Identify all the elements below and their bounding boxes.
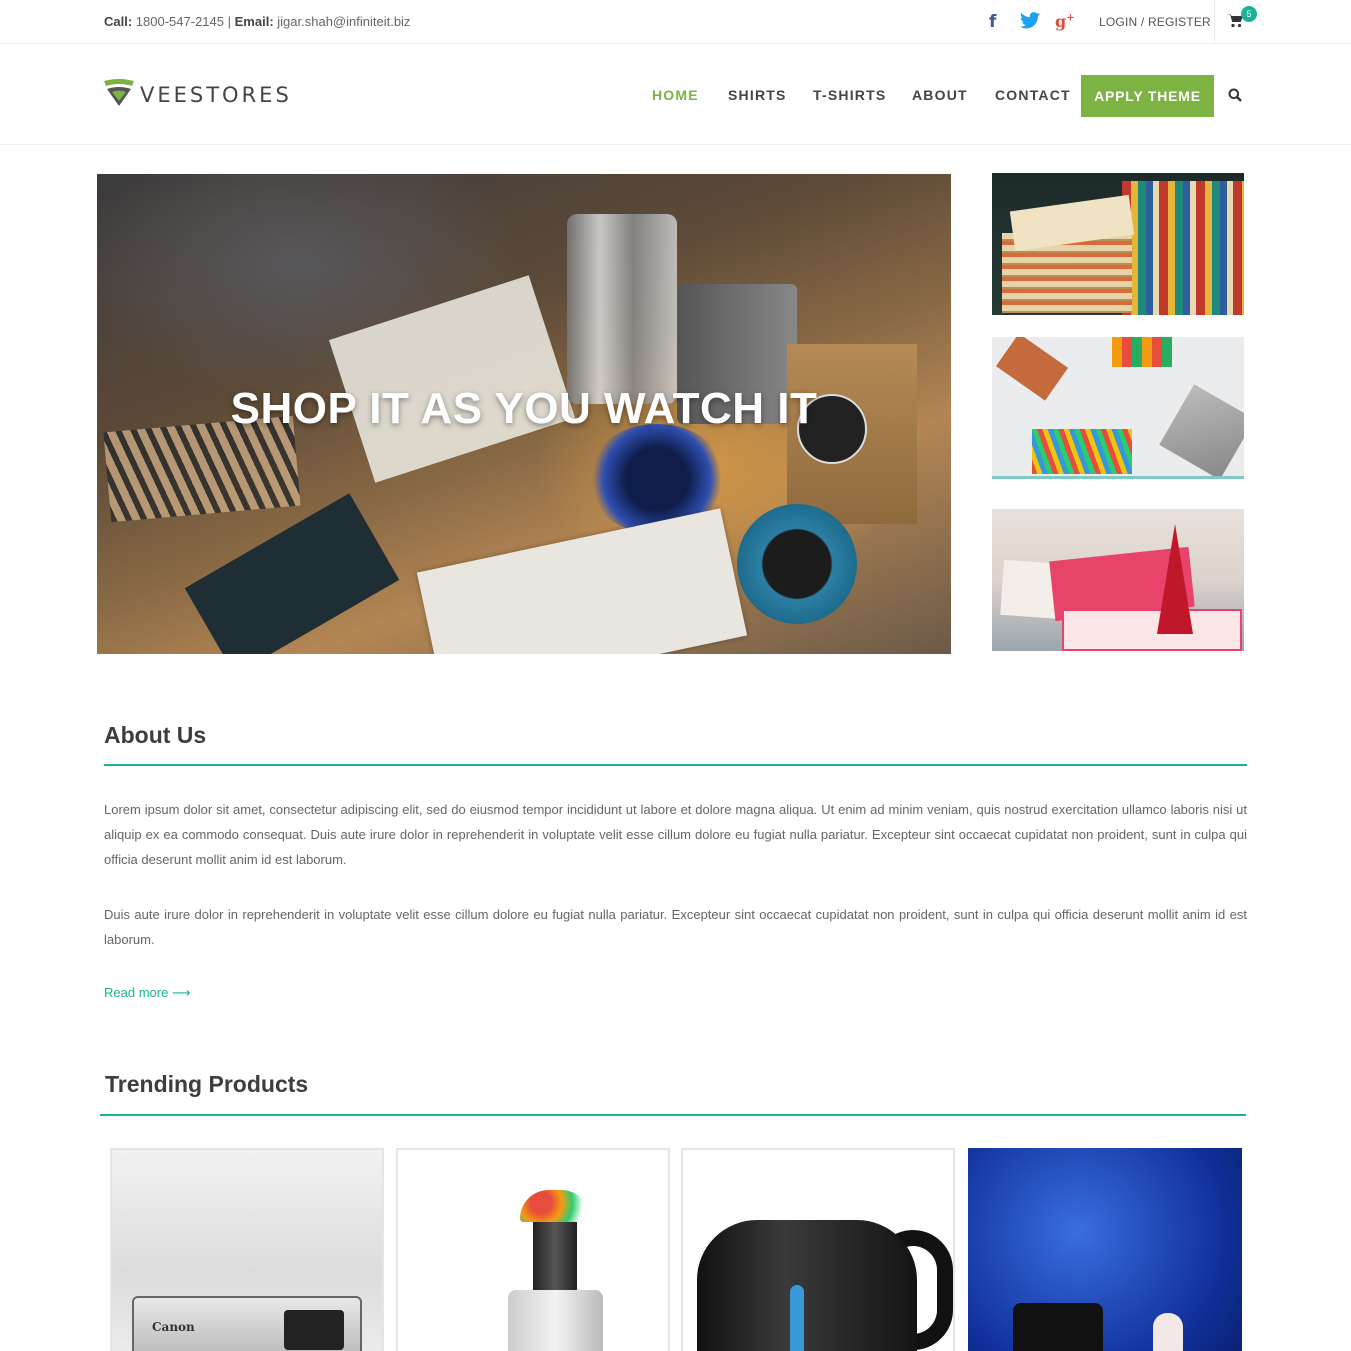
about-paragraph-2: Duis aute irure dolor in reprehenderit i… — [104, 907, 1247, 947]
email-link[interactable]: jigar.shah@infiniteit.biz — [277, 14, 410, 29]
apply-theme-button[interactable]: APPLY THEME — [1081, 75, 1214, 117]
hero-sketchbook-image — [328, 275, 576, 483]
cards-thumbnail[interactable] — [992, 509, 1244, 651]
about-paragraph-1: Lorem ipsum dolor sit amet, consectetur … — [104, 802, 1247, 867]
contact-separator: | — [227, 14, 232, 29]
bookshelf-image — [1122, 181, 1244, 315]
cart-count-badge: 5 — [1241, 6, 1257, 22]
facebook-icon[interactable]: f — [989, 12, 996, 32]
ruler-image — [1159, 384, 1244, 476]
topbar-divider — [1214, 0, 1215, 44]
product-card-kettle[interactable] — [681, 1148, 955, 1351]
phone-number[interactable]: 1800-547-2145 — [136, 14, 224, 29]
figurine-image — [1153, 1313, 1183, 1351]
nav-home[interactable]: HOME — [652, 87, 699, 103]
popup-card-image — [1062, 609, 1242, 651]
colored-pencils-image — [1032, 429, 1132, 474]
search-icon[interactable] — [1228, 88, 1242, 107]
read-more-link[interactable]: Read more ⟶ — [104, 985, 191, 1001]
login-register-link[interactable]: LOGIN / REGISTER — [1099, 15, 1211, 29]
main-header: VEESTORES HOME SHIRTS T-SHIRTS ABOUT CON… — [0, 45, 1351, 145]
contact-info: Call: 1800-547-2145 | Email: jigar.shah@… — [104, 14, 410, 29]
bottle-image — [1013, 1303, 1103, 1351]
google-plus-sup: + — [1066, 12, 1075, 24]
stationery-thumbnail[interactable] — [992, 337, 1244, 479]
about-title: About Us — [104, 722, 207, 748]
eiffel-tower-image — [1157, 524, 1193, 634]
highlighters-image — [1112, 337, 1172, 367]
hero-mug-image — [737, 504, 857, 624]
stationery-item-image — [995, 337, 1069, 401]
hero-french-press-image — [567, 214, 677, 404]
trending-divider — [100, 1114, 1246, 1116]
product-card-bottle[interactable] — [968, 1148, 1242, 1351]
hero-banner[interactable]: SHOP IT AS YOU WATCH IT — [97, 174, 951, 654]
hero-pencil-tin-image — [184, 493, 400, 654]
juicer-base-image — [508, 1290, 603, 1351]
books-thumbnail[interactable] — [992, 173, 1244, 315]
google-plus-icon[interactable]: g+ — [1055, 12, 1075, 31]
call-label: Call: — [104, 14, 133, 29]
twitter-icon[interactable] — [1020, 12, 1040, 34]
kettle-water-window-image — [790, 1285, 804, 1351]
product-card-juicer[interactable] — [396, 1148, 670, 1351]
logo-text[interactable]: VEESTORES — [140, 83, 292, 107]
camera-viewfinder-image — [284, 1310, 344, 1350]
google-plus-glyph: g — [1055, 12, 1067, 31]
trending-title: Trending Products — [105, 1071, 309, 1097]
nav-shirts[interactable]: SHIRTS — [728, 87, 787, 103]
camera-brand-label: Canon — [152, 1320, 195, 1334]
nav-contact[interactable]: CONTACT — [995, 87, 1071, 103]
nav-about[interactable]: ABOUT — [912, 87, 968, 103]
top-bar: Call: 1800-547-2145 | Email: jigar.shah@… — [0, 0, 1351, 44]
product-card-camera[interactable]: Canon — [110, 1148, 384, 1351]
logo-icon[interactable] — [104, 79, 134, 112]
hero-drawing-book-image — [416, 508, 748, 654]
nav-t-shirts[interactable]: T-SHIRTS — [813, 87, 886, 103]
juicer-fruit-image — [520, 1190, 590, 1222]
hero-title: SHOP IT AS YOU WATCH IT — [230, 384, 818, 433]
kettle-image — [697, 1220, 917, 1351]
about-divider — [104, 764, 1247, 766]
email-label: Email: — [234, 14, 274, 29]
